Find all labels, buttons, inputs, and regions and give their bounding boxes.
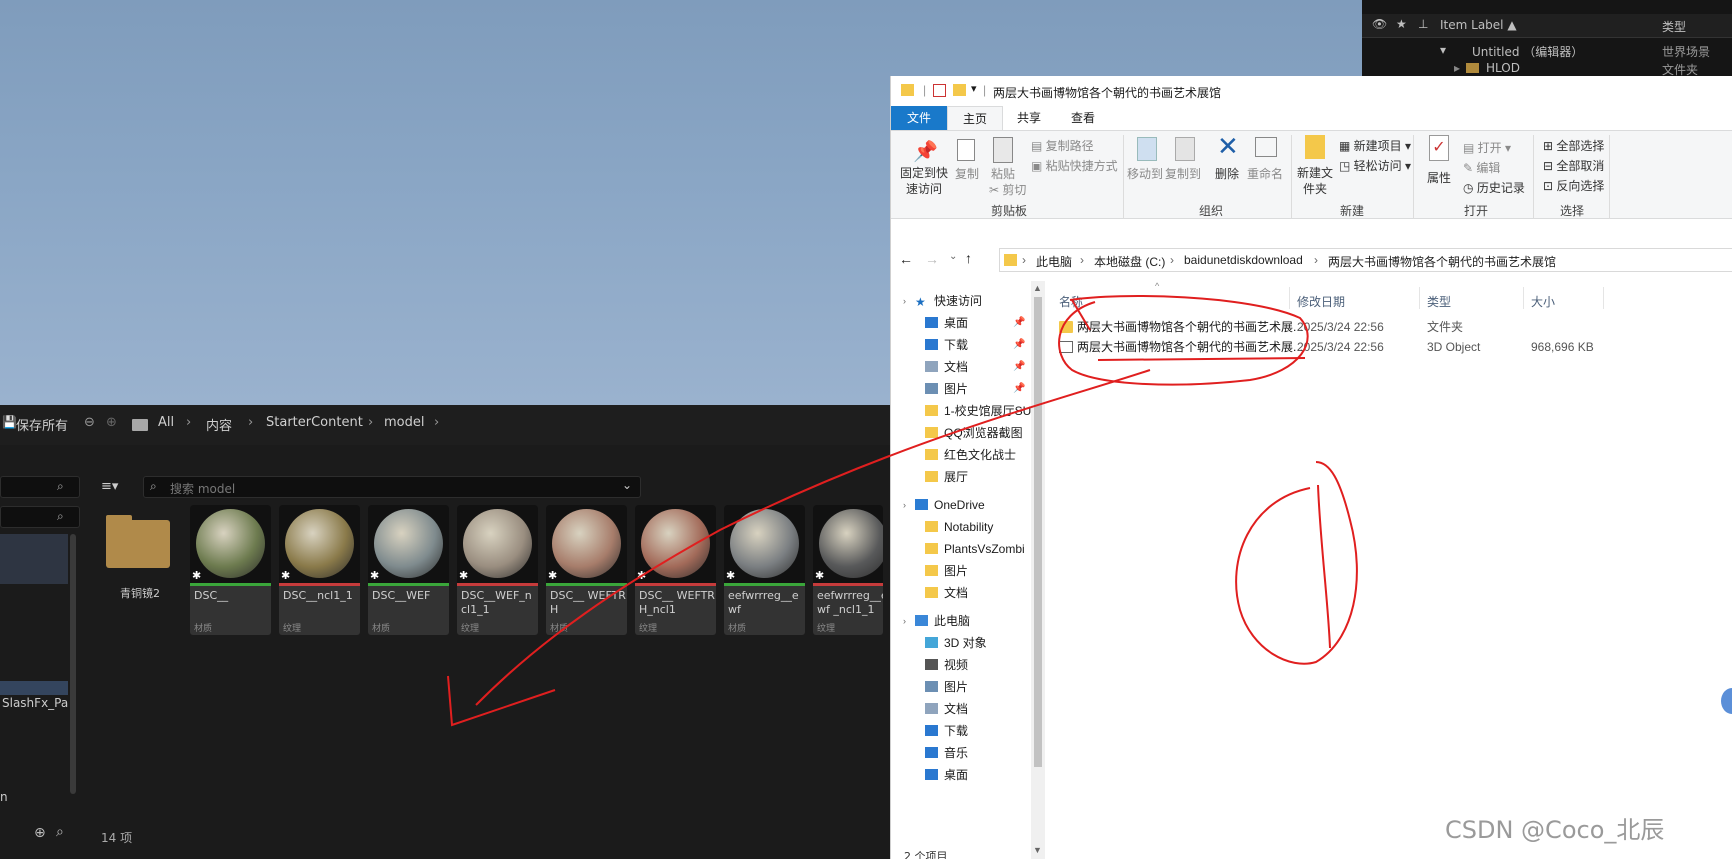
annotation-underline: [1097, 357, 1306, 361]
annotation-leaf-shape: [1235, 461, 1358, 665]
annotation-circle: [1058, 294, 1309, 386]
watermark: CSDN @Coco_北辰: [1445, 816, 1665, 844]
red-annotation-overlay: [447, 294, 1358, 727]
annotation-arrowhead: [447, 675, 556, 727]
annotation-arrow-line: [475, 369, 1151, 706]
